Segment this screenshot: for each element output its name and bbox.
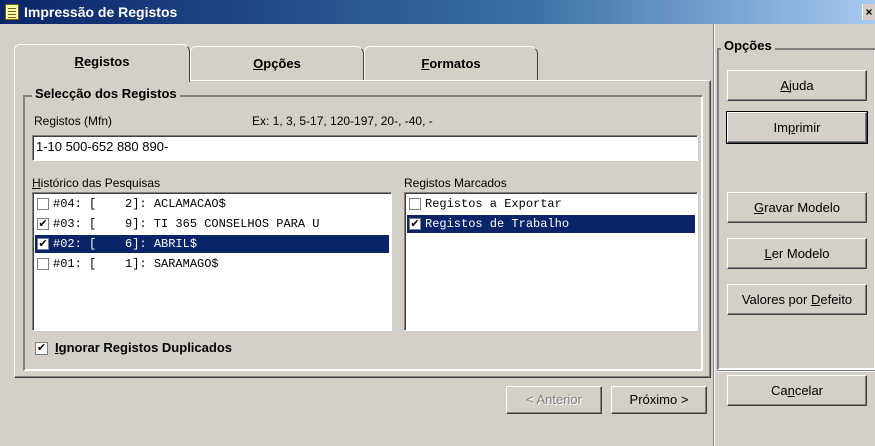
list-item[interactable]: ✔ #02: [ 6]: ABRIL$ — [35, 235, 389, 253]
checkbox[interactable] — [37, 258, 49, 270]
options-bottom-separator — [717, 370, 875, 372]
list-item[interactable]: #04: [ 2]: ACLAMACAO$ — [35, 195, 389, 213]
list-item[interactable]: ✔ Registos de Trabalho — [407, 215, 695, 233]
title-bar[interactable]: Impressão de Registos × — [0, 0, 875, 24]
marked-list[interactable]: Registos a Exportar ✔ Registos de Trabalh… — [404, 192, 698, 331]
options-title: Opções — [721, 38, 775, 53]
cancel-button[interactable]: Cancelar — [727, 375, 867, 406]
history-list[interactable]: #04: [ 2]: ACLAMACAO$ ✔ #03: [ 9]: TI 365… — [32, 192, 392, 331]
save-template-button[interactable]: Gravar Modelo — [727, 192, 867, 223]
tab-registos[interactable]: Registos — [14, 44, 190, 82]
default-values-button[interactable]: Valores por Defeito — [727, 284, 867, 315]
vertical-separator — [713, 24, 715, 446]
next-button[interactable]: Próximo > — [611, 386, 707, 414]
tab-opcoes[interactable]: Opções — [190, 46, 364, 80]
read-template-button[interactable]: Ler Modelo — [727, 238, 867, 269]
mfn-field-label: Registos (Mfn) — [34, 114, 113, 128]
selection-group-title: Selecção dos Registos — [32, 86, 180, 101]
close-icon[interactable]: × — [862, 4, 875, 20]
help-button[interactable]: Ajuda — [727, 70, 867, 101]
tab-formatos[interactable]: Formatos — [364, 46, 538, 80]
mfn-example-text: Ex: 1, 3, 5-17, 120-197, 20-, -40, - — [252, 114, 433, 128]
mfn-input[interactable]: 1-10 500-652 880 890- — [32, 135, 698, 161]
checkbox[interactable]: ✔ — [37, 238, 49, 250]
checkbox[interactable]: ✔ — [35, 342, 48, 355]
marked-label: Registos Marcados — [404, 176, 507, 190]
checkbox[interactable]: ✔ — [37, 218, 49, 230]
history-label: Histórico das Pesquisas — [32, 176, 161, 190]
checkbox[interactable]: ✔ — [409, 218, 421, 230]
tab-panel: Selecção dos Registos Registos (Mfn) Ex:… — [14, 80, 711, 378]
print-document-icon — [5, 4, 19, 20]
previous-button[interactable]: < Anterior — [506, 386, 602, 414]
checkbox[interactable] — [409, 198, 421, 210]
window-title: Impressão de Registos — [24, 4, 178, 20]
list-item[interactable]: ✔ #03: [ 9]: TI 365 CONSELHOS PARA U — [35, 215, 389, 233]
list-item[interactable]: Registos a Exportar — [407, 195, 695, 213]
list-item[interactable]: #01: [ 1]: SARAMAGO$ — [35, 255, 389, 273]
print-button[interactable]: Imprimir — [726, 111, 868, 144]
checkbox[interactable] — [37, 198, 49, 210]
